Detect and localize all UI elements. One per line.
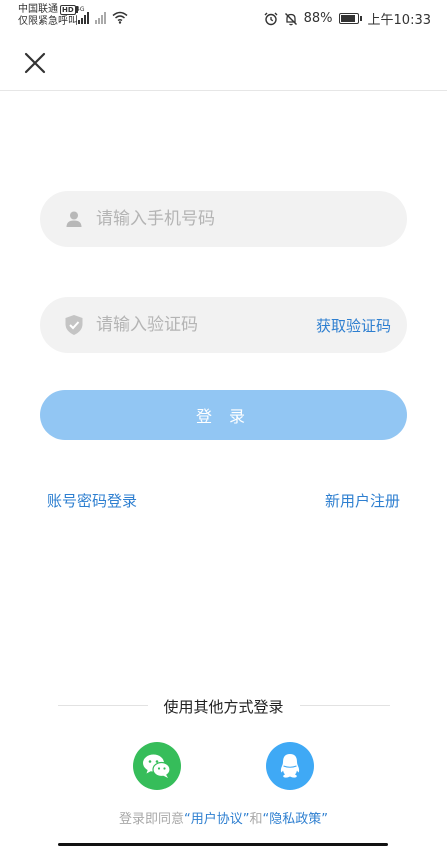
wechat-login-button[interactable]	[133, 742, 181, 790]
privacy-policy-link[interactable]: “隐私政策”	[263, 812, 328, 827]
cell-signal-2-icon	[95, 12, 106, 24]
user-icon	[64, 209, 84, 229]
get-code-button[interactable]: 获取验证码	[316, 315, 391, 336]
network-type: 4G	[76, 6, 85, 13]
agreement-text: 登录即同意“用户协议”和“隐私政策”	[0, 808, 447, 827]
status-bar: 中国联通 HD 仅限紧急呼叫 4G 88% 上午10:33	[0, 0, 447, 36]
close-icon[interactable]	[22, 50, 48, 76]
phone-field	[40, 191, 407, 247]
agreement-connector: 和	[249, 812, 263, 827]
password-login-link[interactable]: 账号密码登录	[47, 490, 137, 511]
carrier-info: 中国联通 HD 仅限紧急呼叫	[18, 4, 78, 28]
signal-indicators: 4G	[76, 6, 128, 24]
qq-login-button[interactable]	[266, 742, 314, 790]
battery-percent: 88%	[303, 11, 333, 26]
shield-icon	[64, 315, 84, 335]
agreement-prefix: 登录即同意	[119, 812, 185, 827]
header	[0, 36, 447, 91]
wifi-icon	[112, 11, 128, 24]
code-input[interactable]	[96, 315, 316, 335]
emergency-only-text: 仅限紧急呼叫	[18, 16, 78, 27]
cell-signal-icon: 4G	[76, 6, 89, 24]
user-agreement-link[interactable]: “用户协议”	[184, 812, 249, 827]
hd-badge: HD	[60, 5, 76, 15]
register-link[interactable]: 新用户注册	[325, 490, 400, 511]
phone-input[interactable]	[96, 209, 407, 229]
battery-icon	[338, 13, 362, 24]
battery-fill	[340, 15, 355, 22]
wechat-icon	[143, 754, 171, 778]
carrier-name: 中国联通	[18, 4, 58, 15]
qq-icon	[280, 754, 300, 778]
other-login-heading: 使用其他方式登录	[0, 696, 447, 717]
status-right: 88% 上午10:33	[264, 9, 431, 28]
code-field: 获取验证码	[40, 297, 407, 353]
alarm-icon	[264, 12, 278, 25]
clock: 上午10:33	[367, 13, 431, 28]
login-button[interactable]: 登 录	[40, 390, 407, 440]
mute-bell-icon	[284, 12, 297, 25]
